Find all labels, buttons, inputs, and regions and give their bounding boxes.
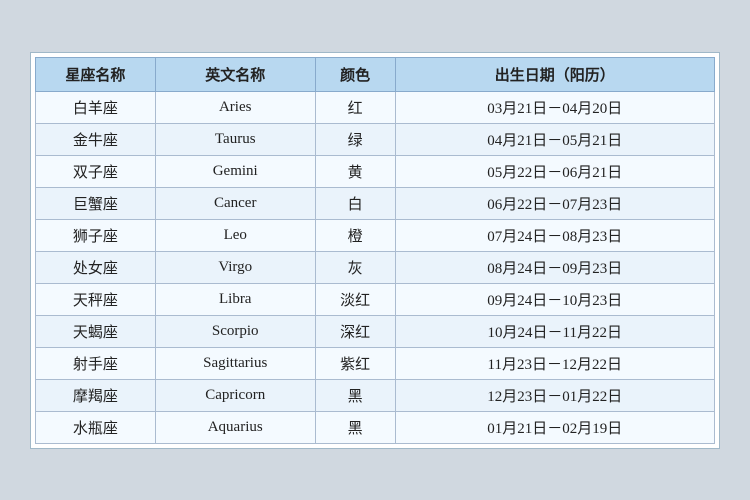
- cell-date: 08月24日－09月23日: [395, 251, 714, 283]
- zodiac-table-container: 星座名称 英文名称 颜色 出生日期（阳历） 白羊座Aries红03月21日－04…: [30, 52, 720, 449]
- table-row: 巨蟹座Cancer白06月22日－07月23日: [36, 187, 715, 219]
- cell-chinese: 巨蟹座: [36, 187, 156, 219]
- header-english: 英文名称: [155, 57, 315, 91]
- cell-english: Capricorn: [155, 379, 315, 411]
- table-row: 水瓶座Aquarius黑01月21日－02月19日: [36, 411, 715, 443]
- table-row: 射手座Sagittarius紫红11月23日－12月22日: [36, 347, 715, 379]
- header-date: 出生日期（阳历）: [395, 57, 714, 91]
- cell-english: Aries: [155, 91, 315, 123]
- cell-color: 黑: [315, 411, 395, 443]
- cell-chinese: 狮子座: [36, 219, 156, 251]
- cell-english: Aquarius: [155, 411, 315, 443]
- cell-english: Cancer: [155, 187, 315, 219]
- table-row: 处女座Virgo灰08月24日－09月23日: [36, 251, 715, 283]
- table-row: 天蝎座Scorpio深红10月24日－11月22日: [36, 315, 715, 347]
- cell-chinese: 双子座: [36, 155, 156, 187]
- cell-date: 06月22日－07月23日: [395, 187, 714, 219]
- cell-english: Taurus: [155, 123, 315, 155]
- cell-chinese: 处女座: [36, 251, 156, 283]
- cell-color: 黑: [315, 379, 395, 411]
- cell-english: Sagittarius: [155, 347, 315, 379]
- cell-english: Gemini: [155, 155, 315, 187]
- table-row: 金牛座Taurus绿04月21日－05月21日: [36, 123, 715, 155]
- cell-date: 05月22日－06月21日: [395, 155, 714, 187]
- zodiac-table: 星座名称 英文名称 颜色 出生日期（阳历） 白羊座Aries红03月21日－04…: [35, 57, 715, 444]
- table-row: 天秤座Libra淡红09月24日－10月23日: [36, 283, 715, 315]
- cell-color: 黄: [315, 155, 395, 187]
- cell-color: 橙: [315, 219, 395, 251]
- cell-english: Libra: [155, 283, 315, 315]
- table-header-row: 星座名称 英文名称 颜色 出生日期（阳历）: [36, 57, 715, 91]
- cell-color: 深红: [315, 315, 395, 347]
- cell-date: 01月21日－02月19日: [395, 411, 714, 443]
- cell-english: Scorpio: [155, 315, 315, 347]
- table-row: 双子座Gemini黄05月22日－06月21日: [36, 155, 715, 187]
- cell-color: 紫红: [315, 347, 395, 379]
- cell-chinese: 射手座: [36, 347, 156, 379]
- cell-date: 04月21日－05月21日: [395, 123, 714, 155]
- cell-date: 11月23日－12月22日: [395, 347, 714, 379]
- cell-date: 12月23日－01月22日: [395, 379, 714, 411]
- cell-color: 灰: [315, 251, 395, 283]
- cell-color: 绿: [315, 123, 395, 155]
- cell-date: 07月24日－08月23日: [395, 219, 714, 251]
- cell-color: 白: [315, 187, 395, 219]
- header-chinese: 星座名称: [36, 57, 156, 91]
- header-color: 颜色: [315, 57, 395, 91]
- table-row: 狮子座Leo橙07月24日－08月23日: [36, 219, 715, 251]
- cell-english: Virgo: [155, 251, 315, 283]
- cell-color: 红: [315, 91, 395, 123]
- table-row: 白羊座Aries红03月21日－04月20日: [36, 91, 715, 123]
- cell-color: 淡红: [315, 283, 395, 315]
- cell-chinese: 摩羯座: [36, 379, 156, 411]
- cell-chinese: 金牛座: [36, 123, 156, 155]
- cell-chinese: 天蝎座: [36, 315, 156, 347]
- cell-date: 03月21日－04月20日: [395, 91, 714, 123]
- cell-chinese: 白羊座: [36, 91, 156, 123]
- cell-date: 09月24日－10月23日: [395, 283, 714, 315]
- cell-english: Leo: [155, 219, 315, 251]
- cell-chinese: 水瓶座: [36, 411, 156, 443]
- cell-date: 10月24日－11月22日: [395, 315, 714, 347]
- cell-chinese: 天秤座: [36, 283, 156, 315]
- table-row: 摩羯座Capricorn黑12月23日－01月22日: [36, 379, 715, 411]
